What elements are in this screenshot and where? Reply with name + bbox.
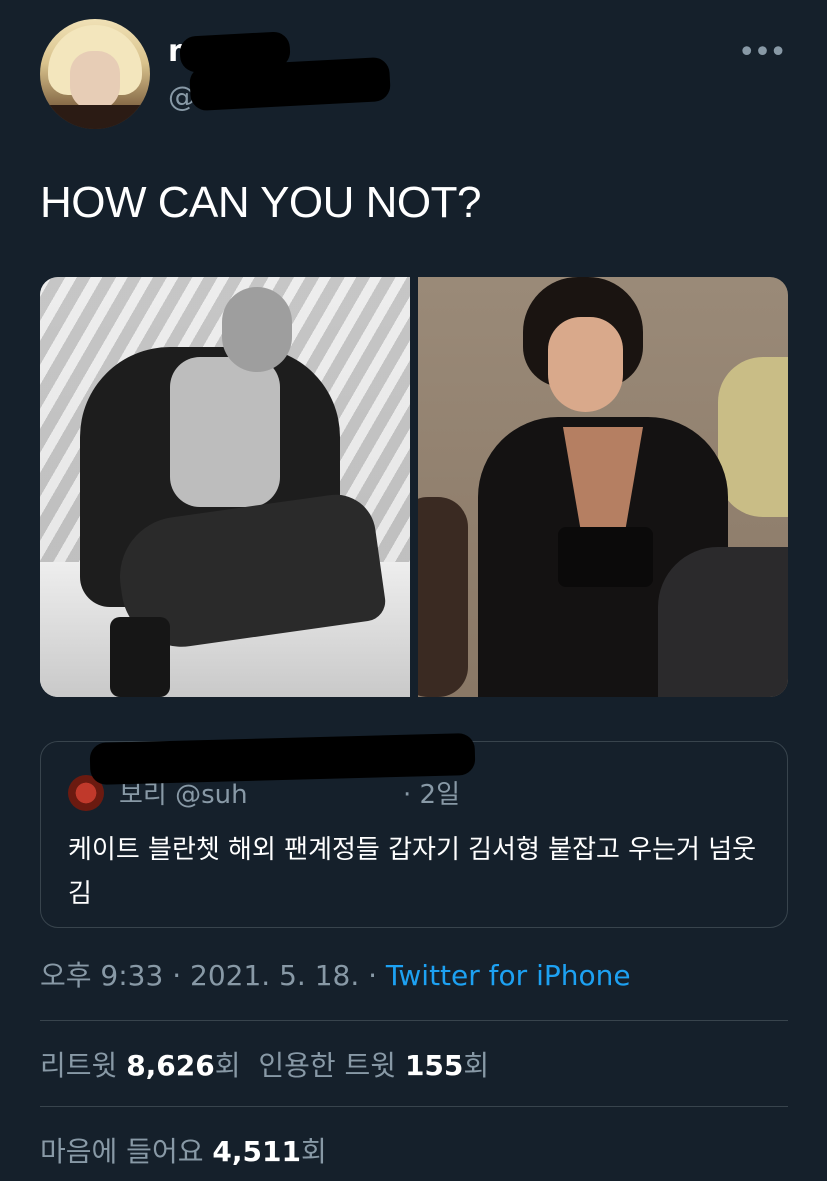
tweet-meta: 오후 9:33 · 2021. 5. 18. · Twitter for iPh… — [40, 954, 631, 994]
redaction-mark — [188, 56, 392, 112]
more-options-icon[interactable]: ••• — [738, 38, 787, 68]
tweet-date: 2021. 5. 18. — [190, 959, 360, 992]
quoted-tweet-text: 케이트 블란쳇 해외 팬계정들 갑자기 김서형 붙잡고 우는거 넘웃김 — [68, 835, 757, 909]
likes-stat[interactable]: 마음에 들어요 4,511회 — [40, 1130, 327, 1170]
retweets-count: 8,626 — [126, 1049, 215, 1082]
divider — [40, 1106, 788, 1107]
quoted-tweet-time: · 2일 — [403, 780, 460, 810]
quotes-stat[interactable]: 155회 — [405, 1049, 489, 1082]
tweet-text: HOW CAN YOU NOT? — [40, 178, 482, 227]
retweets-label: 리트윗 — [40, 1049, 118, 1082]
tweet-time: 오후 9:33 — [40, 959, 164, 992]
retweets-unit: 회 — [214, 1049, 241, 1082]
quotes-unit: 회 — [463, 1049, 490, 1082]
tweet-stats: 리트윗 8,626회 인용한 트윗 155회 — [40, 1044, 489, 1084]
tweet-media[interactable] — [40, 277, 788, 697]
likes-label: 마음에 들어요 — [40, 1135, 204, 1168]
media-photo-1[interactable] — [40, 277, 410, 697]
tweet-detail: mi @ ••• HOW CAN YOU NOT? 보리 @suh · 2일 케… — [0, 0, 827, 1181]
divider — [40, 1020, 788, 1021]
media-photo-2[interactable] — [418, 277, 788, 697]
retweets-stat[interactable]: 8,626회 — [126, 1049, 240, 1082]
likes-count: 4,511 — [212, 1135, 301, 1168]
meta-separator: · — [359, 959, 386, 992]
author-avatar[interactable] — [40, 19, 150, 129]
quotes-label: 인용한 트윗 — [258, 1049, 397, 1082]
quotes-count: 155 — [404, 1049, 464, 1082]
meta-separator: · — [163, 959, 191, 992]
likes-unit: 회 — [300, 1135, 327, 1168]
tweet-source-link[interactable]: Twitter for iPhone — [386, 959, 631, 992]
